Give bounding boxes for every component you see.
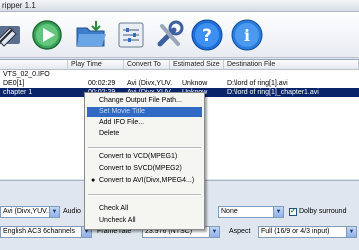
audio-track-select[interactable]: English AC3 6channels ▼ (0, 226, 92, 238)
title-bar: ripper 1.1 (0, 0, 359, 12)
menu-separator (88, 147, 201, 149)
table-row[interactable]: DE0[1] 00:02:29 Avi (Divx,YUV... Unknow … (0, 79, 359, 88)
format-select-value: Avi (Divx,YUV... (3, 208, 53, 215)
dolby-surround-label: Dolby surround (299, 208, 347, 215)
settings-icon[interactable] (114, 18, 148, 52)
menu-item-uncheck-all[interactable]: Uncheck All (87, 216, 202, 226)
menu-item-convert-vcd[interactable]: Convert to VCD(MPEG1) (87, 152, 202, 162)
info-icon[interactable]: i (230, 18, 264, 52)
radio-bullet-icon: ● (91, 177, 96, 184)
table-header: Play Time Convert To Estimated Size Dest… (0, 60, 359, 70)
row-destination-file[interactable]: D:\lord of ring[1]_chapter1.avi (224, 88, 359, 97)
menu-separator (88, 194, 201, 196)
menu-item-set-movie-title[interactable]: Set Movie Title (87, 107, 202, 117)
help-icon[interactable]: ? (190, 18, 224, 52)
row-destination-file[interactable]: D:\lord of ring[1].avi (224, 79, 359, 88)
aspect-label: Aspect (229, 228, 251, 235)
format-select[interactable]: Avi (Divx,YUV... ▼ (0, 206, 60, 218)
menu-item-convert-svcd[interactable]: Convert to SVCD(MPEG2) (87, 164, 202, 174)
menu-item-convert-avi-label: Convert to AVI(Divx,MPEG4...) (99, 177, 195, 184)
column-header-destination-file[interactable]: Destination File (224, 60, 359, 70)
row-title: chapter 1 (3, 89, 33, 96)
menu-item-check-all[interactable]: Check All (87, 204, 202, 214)
menu-item-convert-avi[interactable]: ● Convert to AVI(Divx,MPEG4...) (87, 176, 202, 186)
chevron-down-icon[interactable]: ▼ (273, 207, 283, 217)
dolby-surround-checkbox[interactable]: ✓ (289, 208, 297, 216)
subtitle-select[interactable]: None ▼ (218, 206, 284, 218)
subtitle-value: None (221, 208, 238, 215)
column-header-convert-to[interactable]: Convert To (124, 60, 170, 70)
tools-icon[interactable] (152, 18, 186, 52)
row-play-time: 00:02:29 (88, 80, 116, 87)
column-header-estimated-size[interactable]: Estimated Size (170, 60, 224, 70)
chevron-down-icon[interactable]: ▼ (49, 207, 59, 217)
audio-track-value: English AC3 6channels (3, 228, 75, 235)
open-folder-icon[interactable] (74, 18, 108, 52)
context-menu: Change Output File Path... Set Movie Tit… (84, 92, 205, 230)
menu-item-delete[interactable]: Delete (87, 129, 202, 139)
chevron-down-icon[interactable]: ▼ (209, 227, 219, 237)
chevron-down-icon[interactable]: ▼ (346, 227, 356, 237)
aspect-select[interactable]: Full (16/9 or 4/3 input) ▼ (258, 226, 357, 238)
menu-item-add-ifo-file[interactable]: Add IFO File... (87, 118, 202, 128)
column-header-title[interactable] (0, 60, 68, 70)
row-title: VTS_02_0.IFO (3, 71, 50, 78)
toolbar: ? i (0, 12, 359, 58)
load-dvd-icon[interactable] (0, 18, 24, 52)
row-convert-to[interactable]: Avi (Divx,YUV... (124, 79, 172, 88)
column-header-play-time[interactable]: Play Time (68, 60, 124, 70)
svg-text:i: i (244, 26, 250, 45)
aspect-value: Full (16/9 or 4/3 input) (261, 228, 330, 235)
row-estimated-size: Unknow (182, 80, 208, 87)
audio-label: Audio (63, 208, 81, 215)
menu-item-change-output-path[interactable]: Change Output File Path... (87, 96, 202, 106)
window-title: ripper 1.1 (2, 1, 36, 10)
row-title: DE0[1] (3, 80, 25, 87)
svg-text:?: ? (202, 26, 212, 46)
start-icon[interactable] (30, 18, 64, 52)
table-row[interactable]: VTS_02_0.IFO (0, 70, 359, 79)
